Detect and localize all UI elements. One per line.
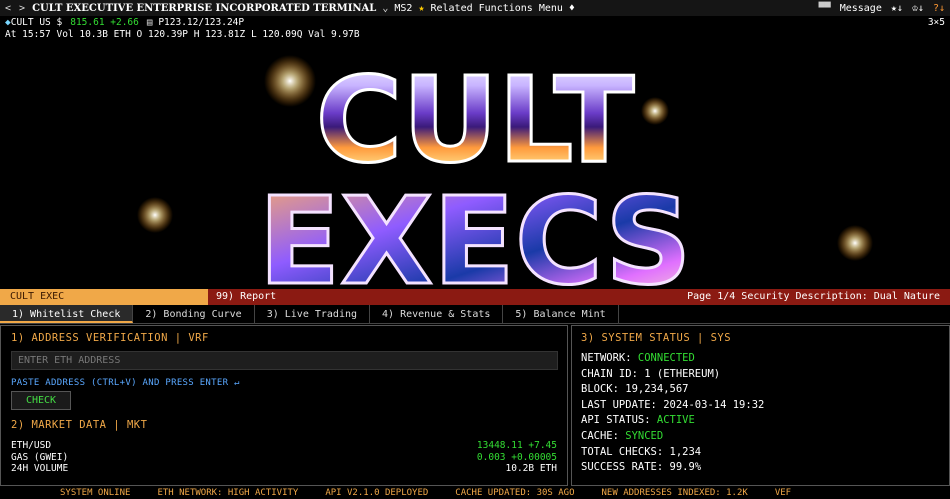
ticker-stats: At 15:57 Vol 10.3B ETH O 120.39P H 123.8…: [5, 29, 360, 40]
sparkle-icon: [264, 55, 316, 107]
market-row-gas: GAS (GWEI) 0.003 +0.00005: [11, 452, 557, 464]
status-value: SYNCED: [625, 429, 664, 442]
message-button[interactable]: Message: [840, 3, 882, 14]
check-button[interactable]: CHECK: [11, 391, 71, 410]
user-dropdown-icon[interactable]: ♔↓: [912, 3, 924, 14]
market-row-eth-usd: ETH/USD 13448.11 +7.45: [11, 440, 557, 452]
star-icon: ★: [418, 2, 425, 14]
market-data-list: ETH/USD 13448.11 +7.45 GAS (GWEI) 0.003 …: [11, 440, 557, 475]
status-item: ETH NETWORK: HIGH ACTIVITY: [157, 488, 299, 498]
top-bar: < > CULT EXECUTIVE ENTERPRISE INCORPORAT…: [0, 0, 950, 16]
status-row: BLOCK: 19,234,567: [581, 382, 940, 398]
system-status-list: NETWORK: CONNECTED CHAIN ID: 1 (ETHEREUM…: [581, 351, 940, 476]
logo-line1: CULT: [316, 51, 635, 189]
market-label: GAS (GWEI): [11, 451, 69, 463]
security-name: CULT EXEC: [0, 289, 208, 305]
status-row: API STATUS: ACTIVE: [581, 413, 940, 429]
status-row: LAST UPDATE: 2024-03-14 19:32: [581, 398, 940, 414]
market-row-volume: 24H VOLUME 10.2B ETH: [11, 463, 557, 475]
ticker-range: P123.12/123.24P: [158, 17, 245, 28]
eth-address-input[interactable]: [11, 351, 558, 370]
status-value: CONNECTED: [637, 352, 695, 364]
sparkle-icon: [641, 97, 669, 125]
chevron-down-icon[interactable]: ⌄: [382, 3, 388, 14]
status-item: VEF: [774, 488, 792, 498]
sparkle-icon: [837, 225, 873, 261]
tab-revenue-stats[interactable]: 4) Revenue & Stats: [370, 305, 504, 323]
status-label: CHAIN ID:: [581, 367, 638, 380]
status-value: 1 (ETHEREUM): [644, 367, 721, 380]
status-label: TOTAL CHECKS:: [581, 445, 664, 458]
status-label: API STATUS:: [581, 414, 651, 427]
status-row: CHAIN ID: 1 (ETHEREUM): [581, 367, 940, 383]
chart-icon: ▤: [146, 17, 153, 28]
status-row: NETWORK: CONNECTED: [581, 351, 940, 367]
market-value: 13448.11 +7.45: [476, 440, 557, 451]
market-value: 0.003 +0.00005: [476, 451, 557, 463]
status-item: SYSTEM ONLINE: [60, 488, 131, 498]
report-link[interactable]: 99) Report: [216, 289, 276, 305]
sparkle-icon: [137, 197, 173, 233]
tab-balance-mint[interactable]: 5) Balance Mint: [503, 305, 619, 323]
status-value: 99.9%: [669, 461, 702, 474]
status-label: CACHE:: [581, 429, 619, 442]
status-value: 19,234,567: [625, 383, 689, 396]
status-row: TOTAL CHECKS: 1,234: [581, 445, 940, 461]
status-label: BLOCK:: [581, 383, 619, 396]
tab-bonding-curve[interactable]: 2) Bonding Curve: [133, 305, 255, 323]
status-value: 1,234: [669, 445, 702, 458]
market-data-title: 2) MARKET DATA | MKT: [11, 419, 148, 431]
hero-banner: CULT EXECS: [0, 43, 950, 289]
status-label: SUCCESS RATE:: [581, 461, 664, 474]
status-item: CACHE UPDATED: 30S AGO: [455, 488, 575, 498]
market-value: 10.2B ETH: [505, 463, 557, 474]
status-item: NEW ADDRESSES INDEXED: 1.2K: [601, 488, 748, 498]
system-status-title: 3) SYSTEM STATUS | SYS: [581, 332, 732, 344]
help-dropdown-icon[interactable]: ?↓: [933, 3, 945, 14]
ms2-label[interactable]: MS2: [394, 3, 412, 14]
nav-arrows[interactable]: < >: [5, 3, 26, 14]
system-status-panel: 3) SYSTEM STATUS | SYS NETWORK: CONNECTE…: [571, 325, 950, 486]
status-bar: SYSTEM ONLINE ETH NETWORK: HIGH ACTIVITY…: [0, 487, 950, 499]
ticker-symbol: CULT US $: [10, 17, 63, 28]
menu-arrow-icon[interactable]: ♦: [569, 3, 575, 14]
market-label: 24H VOLUME: [11, 463, 69, 474]
ticker: ◆CULT US $ 815.61 +2.66 ▤ P123.12/123.24…: [0, 16, 950, 42]
star-dropdown-icon[interactable]: ★↓: [891, 3, 903, 14]
paste-hint: PASTE ADDRESS (CTRL+V) AND PRESS ENTER ↵: [11, 378, 240, 388]
cult-execs-logo: CULT EXECS: [137, 50, 873, 289]
terminal-title: CULT EXECUTIVE ENTERPRISE INCORPORATED T…: [32, 2, 377, 14]
status-row: CACHE: SYNCED: [581, 429, 940, 445]
status-item: API V2.1.0 DEPLOYED: [325, 488, 429, 498]
status-row: SUCCESS RATE: 99.9%: [581, 460, 940, 476]
tab-whitelist-check[interactable]: 1) Whitelist Check: [0, 305, 134, 323]
ticker-price: 815.61 +2.66: [70, 17, 139, 28]
tab-live-trading[interactable]: 3) Live Trading: [255, 305, 371, 323]
market-label: ETH/USD: [11, 440, 52, 451]
status-value: ACTIVE: [656, 414, 695, 427]
logo-line2: EXECS: [258, 173, 691, 289]
layout-indicator[interactable]: 3×5: [928, 17, 945, 29]
status-label: NETWORK:: [581, 352, 632, 364]
status-label: LAST UPDATE:: [581, 398, 657, 411]
function-tabs: 1) Whitelist Check 2) Bonding Curve 3) L…: [0, 305, 950, 324]
message-icon[interactable]: ▀▀: [819, 3, 831, 14]
verification-panel: 1) ADDRESS VERIFICATION | VRF PASTE ADDR…: [0, 325, 568, 486]
page-description: Page 1/4 Security Description: Dual Natu…: [687, 291, 940, 302]
related-functions-menu[interactable]: Related Functions Menu: [430, 3, 562, 14]
status-value: 2024-03-14 19:32: [663, 398, 765, 411]
verification-title: 1) ADDRESS VERIFICATION | VRF: [11, 332, 209, 344]
security-title-bar: CULT EXEC 99) Report Page 1/4 Security D…: [0, 289, 950, 305]
